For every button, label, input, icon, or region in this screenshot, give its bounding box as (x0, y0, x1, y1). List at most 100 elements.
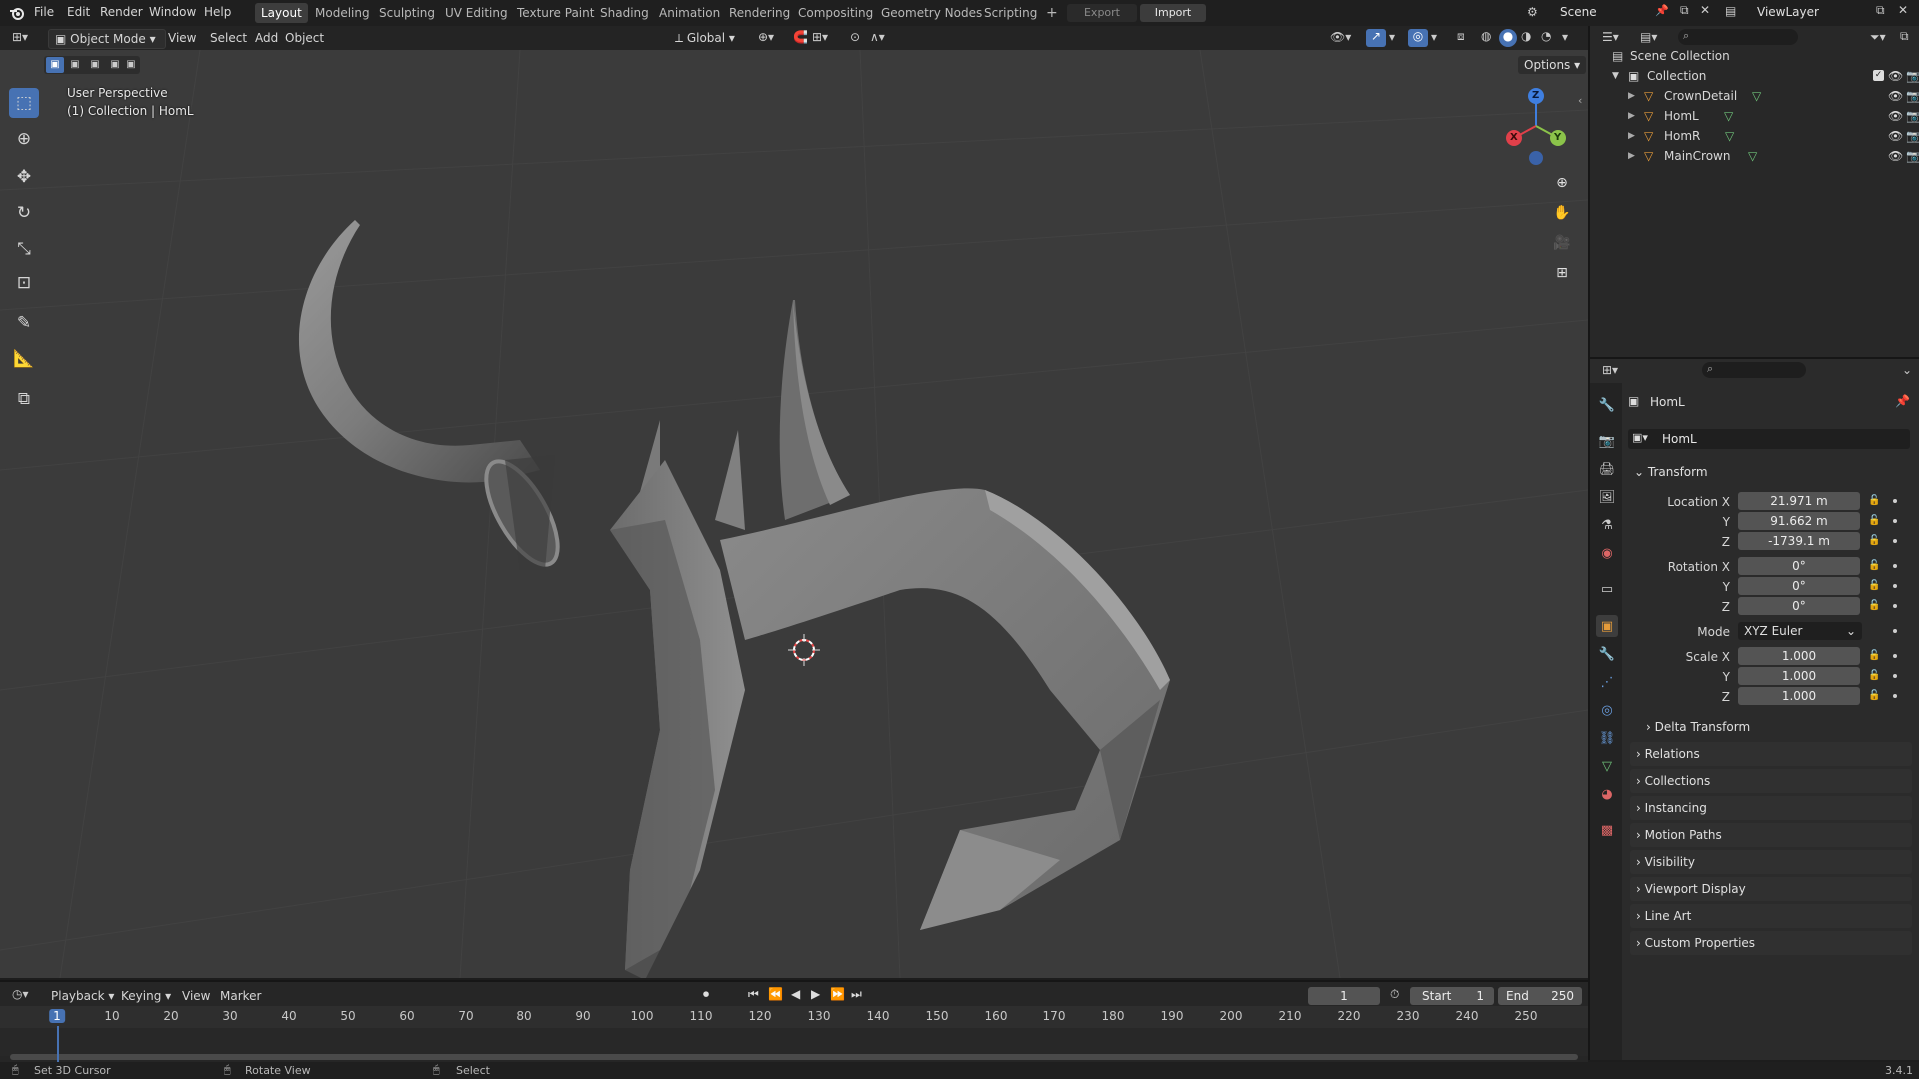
location-z-field[interactable]: -1739.1 m (1738, 532, 1860, 550)
transform-orientation-select[interactable]: ⟂ Global ▾ (669, 29, 741, 47)
camera-render-icon[interactable]: 📷 (1906, 146, 1919, 166)
delta-transform-subpanel[interactable]: › Delta Transform (1646, 717, 1910, 737)
add-cube-tool[interactable]: ⧉ (9, 384, 39, 414)
lock-icon[interactable]: 🔓 (1868, 690, 1880, 702)
eye-icon[interactable]: 👁 (1888, 146, 1903, 166)
solid-shading-icon[interactable]: ● (1499, 29, 1517, 47)
tab-layout[interactable]: Layout (255, 3, 308, 23)
select-extend-icon[interactable]: ▣ (66, 57, 84, 73)
eye-icon[interactable]: 👁 (1888, 86, 1903, 106)
export-button[interactable]: Export (1067, 4, 1137, 22)
pan-hand-icon[interactable]: ✋ (1549, 200, 1575, 226)
tab-uv-editing[interactable]: UV Editing (439, 3, 514, 23)
outliner-editor-icon[interactable]: ☰▾ (1602, 30, 1619, 44)
chevron-down-icon[interactable]: ⌄ (1902, 363, 1912, 377)
mesh-data-icon[interactable]: ▽ (1725, 126, 1734, 146)
outliner-row-object[interactable]: ▶ ▽ MainCrown ▽ 👁 📷 (1590, 146, 1919, 166)
import-button[interactable]: Import (1140, 4, 1206, 22)
mode-select[interactable]: ▣ Object Mode ▾ (48, 29, 166, 49)
tab-scripting[interactable]: Scripting (978, 3, 1043, 23)
snap-icon[interactable]: 🧲 (793, 30, 808, 44)
output-properties-icon[interactable]: 🖨 (1596, 458, 1618, 480)
blender-logo-icon[interactable] (9, 5, 25, 21)
section-visibility[interactable]: › Visibility (1630, 850, 1912, 874)
display-mode-icon[interactable]: ▤▾ (1640, 30, 1657, 44)
location-y-field[interactable]: 91.662 m (1738, 512, 1860, 530)
object-name-field[interactable]: ▣▾ HomL (1628, 429, 1910, 449)
properties-editor-icon[interactable]: ⊞▾ (1602, 363, 1618, 377)
lock-icon[interactable]: 🔓 (1868, 495, 1880, 507)
delete-view-layer-icon[interactable]: ✕ (1898, 3, 1908, 17)
ortho-grid-icon[interactable]: ⊞ (1549, 260, 1575, 286)
select-new-icon[interactable]: ▣ (46, 57, 64, 73)
lock-icon[interactable]: 🔓 (1868, 650, 1880, 662)
current-frame-field[interactable]: 1 (1308, 987, 1380, 1005)
pin-icon[interactable]: 📌 (1895, 394, 1910, 408)
view-layer-icon[interactable]: ▤ (1725, 4, 1736, 18)
editor-type-icon[interactable]: ⊞▾ (12, 30, 28, 44)
outliner-row-object[interactable]: ▶ ▽ HomR ▽ 👁 📷 (1590, 126, 1919, 146)
particles-properties-icon[interactable]: ⋰ (1596, 671, 1618, 693)
outliner-search-input[interactable]: ⌕ (1678, 29, 1798, 45)
tab-sculpting[interactable]: Sculpting (373, 3, 441, 23)
keyframe-dot[interactable] (1893, 564, 1897, 568)
section-custom-properties[interactable]: › Custom Properties (1630, 931, 1912, 955)
physics-properties-icon[interactable]: ◎ (1596, 699, 1618, 721)
material-shading-icon[interactable]: ◑ (1521, 29, 1531, 43)
mesh-data-properties-icon[interactable]: ▽ (1596, 755, 1618, 777)
section-relations[interactable]: › Relations (1630, 742, 1912, 766)
tab-modeling[interactable]: Modeling (309, 3, 376, 23)
keyframe-dot[interactable] (1893, 604, 1897, 608)
delete-scene-icon[interactable]: ✕ (1700, 3, 1710, 17)
move-tool[interactable]: ✥ (9, 162, 39, 192)
lock-icon[interactable]: 🔓 (1868, 515, 1880, 527)
falloff-icon[interactable]: ∧▾ (870, 30, 885, 44)
outliner-row-collection[interactable]: ▼ ▣ Collection ✓ 👁 📷 (1590, 66, 1919, 86)
constraints-properties-icon[interactable]: ⛓ (1596, 727, 1618, 749)
rotation-x-field[interactable]: 0° (1738, 557, 1860, 575)
section-instancing[interactable]: › Instancing (1630, 796, 1912, 820)
camera-render-icon[interactable]: 📷 (1906, 106, 1919, 126)
timeline-view-menu[interactable]: View (176, 987, 216, 1005)
shading-menu-icon[interactable]: ▾ (1562, 30, 1568, 44)
section-collections[interactable]: › Collections (1630, 769, 1912, 793)
camera-icon[interactable]: 🎥 (1549, 230, 1575, 256)
tab-texture-paint[interactable]: Texture Paint (511, 3, 600, 23)
menu-help[interactable]: Help (204, 5, 231, 19)
sidebar-toggle-icon[interactable]: ‹ (1578, 94, 1582, 107)
gizmo-menu-icon[interactable]: ▾ (1389, 30, 1395, 44)
3d-viewport[interactable]: ▣ ▣ ▣ ▣ ▣ ⬚ ⊕ ✥ ↻ ⤡ ⊡ ✎ 📐 ⧉ User Perspec… (0, 50, 1588, 978)
xray-icon[interactable]: ⧈ (1457, 29, 1465, 44)
lock-icon[interactable]: 🔓 (1868, 600, 1880, 612)
select-subtract-icon[interactable]: ▣ (86, 57, 104, 73)
collection-checkbox[interactable]: ✓ (1873, 70, 1884, 81)
lock-icon[interactable]: 🔓 (1868, 670, 1880, 682)
expand-arrow-icon[interactable]: ▼ (1612, 66, 1619, 86)
keyframe-dot[interactable] (1893, 519, 1897, 523)
gizmo-toggle-icon[interactable]: ↗ (1366, 29, 1386, 47)
prev-keyframe-icon[interactable]: ⏪ (768, 987, 783, 1001)
annotate-tool[interactable]: ✎ (9, 308, 39, 338)
scale-tool[interactable]: ⤡ (9, 234, 39, 264)
timeline-scrollbar[interactable] (10, 1054, 1578, 1060)
proportional-edit-icon[interactable]: ⊙ (850, 30, 860, 44)
material-properties-icon[interactable]: ◕ (1596, 783, 1618, 805)
keyframe-dot[interactable] (1893, 674, 1897, 678)
tab-shading[interactable]: Shading (594, 3, 655, 23)
playhead-line[interactable] (57, 1026, 59, 1062)
expand-arrow-icon[interactable]: ▶ (1628, 126, 1635, 146)
outliner-row-object[interactable]: ▶ ▽ CrownDetail ▽ 👁 📷 (1590, 86, 1919, 106)
overlay-menu-icon[interactable]: ▾ (1431, 30, 1437, 44)
camera-render-icon[interactable]: 📷 (1906, 126, 1919, 146)
section-motion-paths[interactable]: › Motion Paths (1630, 823, 1912, 847)
mesh-data-icon[interactable]: ▽ (1752, 86, 1761, 106)
tab-animation[interactable]: Animation (653, 3, 726, 23)
menu-object[interactable]: Object (279, 29, 330, 47)
play-reverse-icon[interactable]: ◀ (791, 987, 800, 1001)
tab-geometry-nodes[interactable]: Geometry Nodes (875, 3, 988, 23)
playhead-frame[interactable]: 1 (49, 1009, 65, 1023)
modifier-properties-icon[interactable]: 🔧 (1596, 643, 1618, 665)
keyframe-dot[interactable] (1893, 499, 1897, 503)
keyframe-dot[interactable] (1893, 629, 1897, 633)
eye-icon[interactable]: 👁 (1888, 66, 1903, 86)
